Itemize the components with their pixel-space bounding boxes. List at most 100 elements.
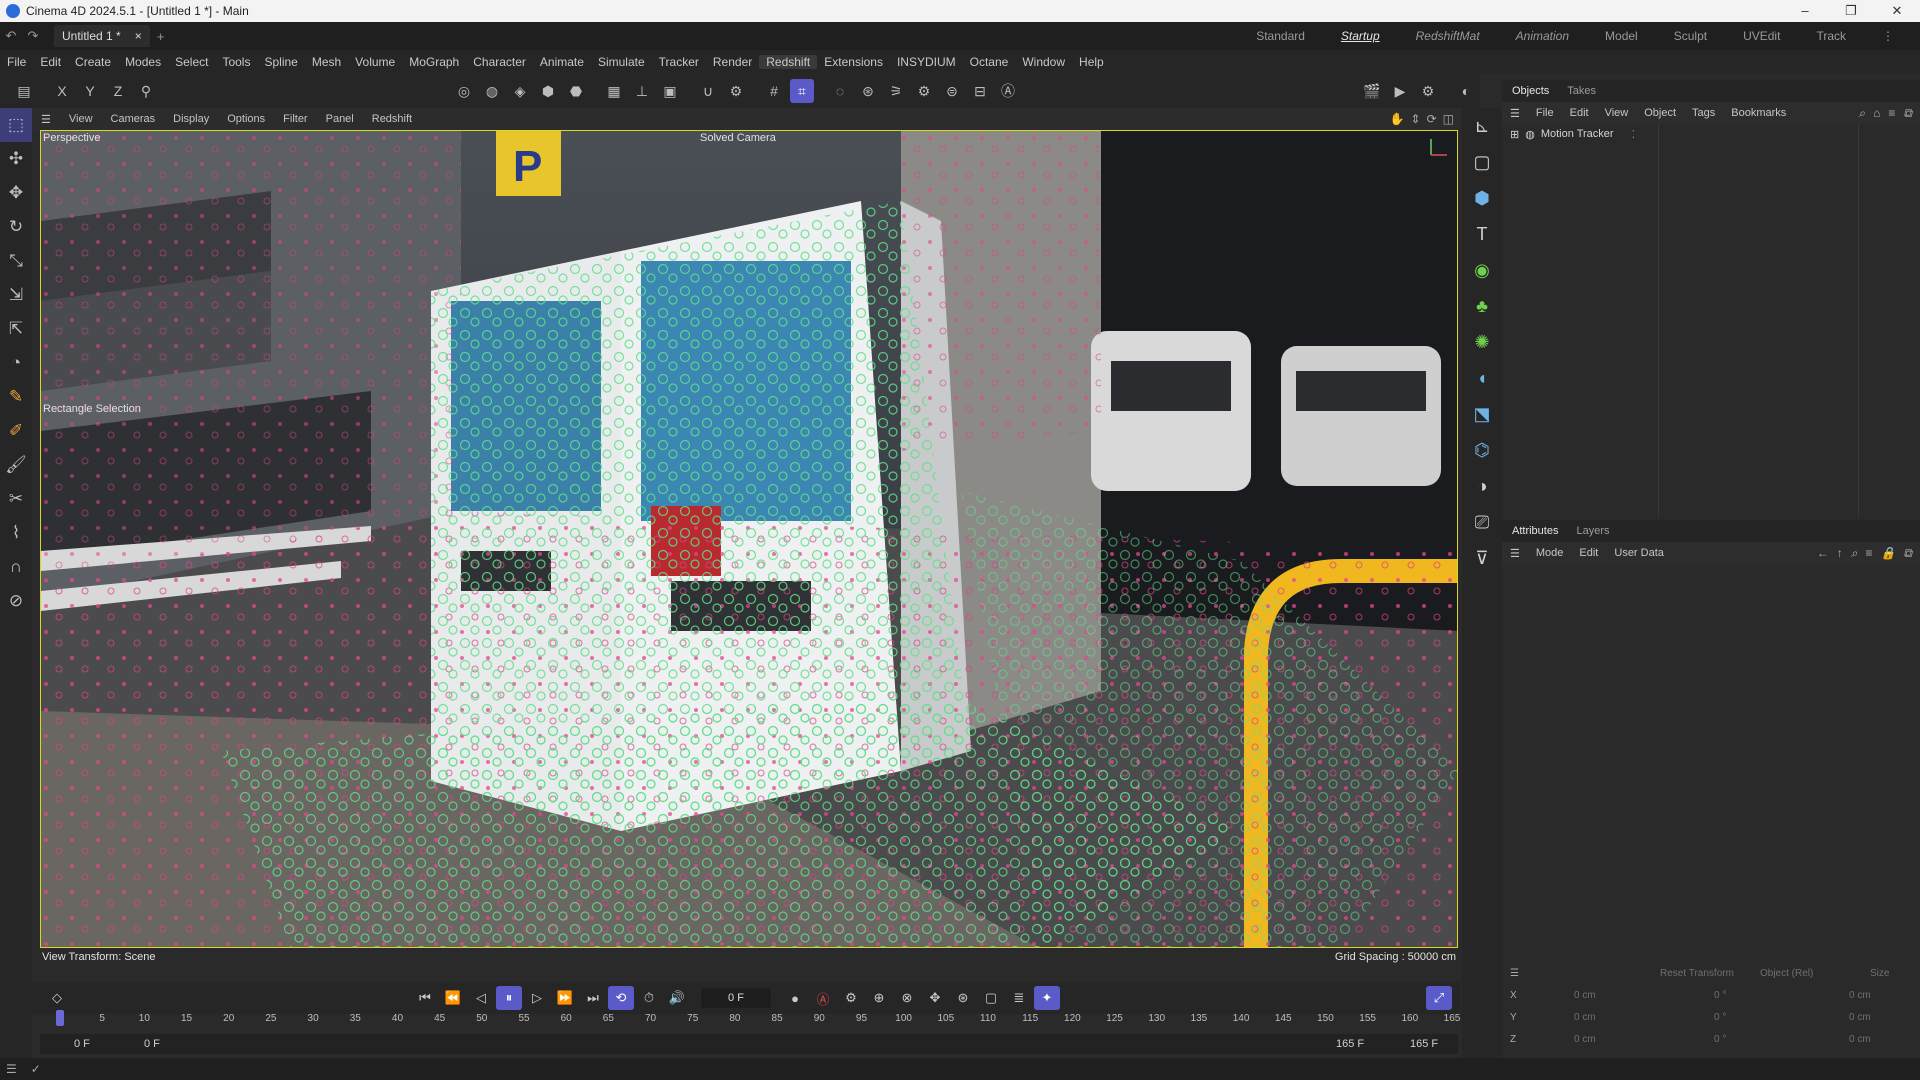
texture-mode-icon[interactable]: ▣ <box>658 79 682 103</box>
attributes-menu-edit[interactable]: Edit <box>1571 547 1606 559</box>
record-pla-icon[interactable]: ▢ <box>978 986 1004 1010</box>
document-tab[interactable]: Untitled 1 * × <box>54 25 150 47</box>
loop-icon[interactable]: ⟲ <box>608 986 634 1010</box>
viewport-menu-redshift[interactable]: Redshift <box>363 113 421 125</box>
symmetry-icon[interactable]: ⚞ <box>884 79 908 103</box>
new-tab-button[interactable]: + <box>150 29 172 44</box>
menu-animate[interactable]: Animate <box>533 55 591 69</box>
menu-simulate[interactable]: Simulate <box>591 55 652 69</box>
objects-menu-edit[interactable]: Edit <box>1562 107 1597 119</box>
cloner-object-icon[interactable]: ◉ <box>1462 252 1502 288</box>
objects-search-icon[interactable]: ⌕ <box>1858 106 1865 121</box>
menu-spline[interactable]: Spline <box>257 55 304 69</box>
expand-icon[interactable]: ⊞ <box>1510 128 1519 141</box>
z-position-field[interactable]: 0 cm <box>1574 1034 1714 1045</box>
menu-select[interactable]: Select <box>168 55 215 69</box>
z-size-field[interactable]: 0 cm <box>1849 1034 1871 1045</box>
snap-icon[interactable]: ∪ <box>696 79 720 103</box>
solo-icon[interactable]: ◌ <box>828 79 852 103</box>
redshift-ipr-icon[interactable]: ◐ <box>1454 79 1478 103</box>
undo-icon[interactable]: ↶ <box>0 28 22 44</box>
spline-sketch-icon[interactable]: ✐ <box>0 414 32 448</box>
previous-frame-icon[interactable]: ◁ <box>468 986 494 1010</box>
keyframe-settings-icon[interactable]: ⚙ <box>838 986 864 1010</box>
record-position-icon[interactable]: ⊕ <box>866 986 892 1010</box>
polygons-mode-icon[interactable]: ⬢ <box>536 79 560 103</box>
layout-sculpt[interactable]: Sculpt <box>1656 29 1725 43</box>
knife-tool-icon[interactable]: ✂ <box>0 482 32 516</box>
points-mode-icon[interactable]: ◍ <box>480 79 504 103</box>
menu-redshift[interactable]: Redshift <box>759 55 818 69</box>
menu-volume[interactable]: Volume <box>348 55 402 69</box>
y-rotation-field[interactable]: 0 ° <box>1714 1012 1849 1023</box>
menu-extensions[interactable]: Extensions <box>817 55 890 69</box>
layout-startup[interactable]: Startup <box>1323 29 1398 43</box>
tab-takes[interactable]: Takes <box>1567 85 1596 97</box>
viewport-menu-options[interactable]: Options <box>218 113 274 125</box>
objects-menu-tags[interactable]: Tags <box>1684 107 1723 119</box>
objects-hamburger-icon[interactable]: ☰ <box>1502 107 1528 120</box>
floor-object-icon[interactable]: ⊽ <box>1462 540 1502 576</box>
attributes-hamburger-icon[interactable]: ☰ <box>1502 547 1528 560</box>
close-tab-button[interactable]: × <box>135 29 142 43</box>
preview-start-field[interactable]: 0 F <box>144 1038 160 1050</box>
objects-menu-object[interactable]: Object <box>1636 107 1684 119</box>
current-frame-field[interactable]: 0 F <box>701 988 771 1008</box>
redo-icon[interactable]: ↷ <box>22 28 44 44</box>
toggle-view-layout-icon[interactable]: ◫ <box>1443 112 1454 126</box>
menu-insydium[interactable]: INSYDIUM <box>890 55 963 69</box>
spline-pen-icon[interactable]: ✎ <box>0 380 32 414</box>
generator-object-icon[interactable]: ✺ <box>1462 324 1502 360</box>
sculpt-tool-icon[interactable]: ⌇ <box>0 516 32 550</box>
sound-icon[interactable]: 🔊 <box>664 986 690 1010</box>
tab-layers[interactable]: Layers <box>1576 525 1609 537</box>
lock-icon[interactable]: 🔒 <box>1880 546 1895 561</box>
annotation-icon[interactable]: Ⓐ <box>996 79 1020 103</box>
lock-workplane-icon[interactable]: ⊜ <box>940 79 964 103</box>
objects-home-icon[interactable]: ⌂ <box>1873 106 1880 121</box>
objects-menu-view[interactable]: View <box>1597 107 1637 119</box>
menu-file[interactable]: File <box>0 55 33 69</box>
fcurve-icon[interactable]: ⤢ <box>1426 986 1452 1010</box>
axis-mode-icon[interactable]: ⊥ <box>630 79 654 103</box>
pan-view-icon[interactable]: ✋ <box>1390 112 1405 126</box>
transform-tool-icon[interactable]: ⇲ <box>0 278 32 312</box>
y-size-field[interactable]: 0 cm <box>1849 1012 1871 1023</box>
playhead[interactable] <box>56 1010 64 1026</box>
menu-tracker[interactable]: Tracker <box>652 55 706 69</box>
model-mode-icon[interactable]: ◎ <box>452 79 476 103</box>
reset-transform-button[interactable]: Reset Transform <box>1660 968 1760 979</box>
quantize-icon[interactable]: ⌗ <box>790 79 814 103</box>
brush-tool-icon[interactable]: 🖌 <box>0 448 32 482</box>
menu-create[interactable]: Create <box>68 55 118 69</box>
active-camera-label[interactable]: Solved Camera <box>700 132 776 144</box>
go-to-end-icon[interactable]: ⏭ <box>580 986 606 1010</box>
play-pause-icon[interactable]: ⏸ <box>496 986 522 1010</box>
uv-mode-icon[interactable]: ⬣ <box>564 79 588 103</box>
y-position-field[interactable]: 0 cm <box>1574 1012 1714 1023</box>
range-end-field[interactable]: 165 F <box>1410 1038 1438 1050</box>
attributes-new-window-icon[interactable]: ⧉ <box>1903 546 1912 561</box>
viewport-menu-panel[interactable]: Panel <box>317 113 363 125</box>
autokey-icon[interactable]: Ⓐ <box>810 986 836 1010</box>
tab-objects[interactable]: Objects <box>1512 85 1549 97</box>
record-rotation-icon[interactable]: ⊗ <box>894 986 920 1010</box>
range-start-field[interactable]: 0 F <box>74 1038 90 1050</box>
magnet-tool-icon[interactable]: ∩ <box>0 550 32 584</box>
coords-menu-icon[interactable]: ☰ <box>1510 968 1660 979</box>
previous-key-icon[interactable]: ⏪ <box>440 986 466 1010</box>
menu-octane[interactable]: Octane <box>963 55 1016 69</box>
maximize-button[interactable]: ❐ <box>1828 3 1874 19</box>
z-rotation-field[interactable]: 0 ° <box>1714 1034 1849 1045</box>
viewport-menu-cameras[interactable]: Cameras <box>102 113 165 125</box>
text-object-icon[interactable]: T <box>1462 216 1502 252</box>
axis-gizmo-icon[interactable]: ⊾ <box>1462 108 1502 144</box>
coordinate-system-icon[interactable]: ⚲ <box>134 79 158 103</box>
viewport-menu-display[interactable]: Display <box>164 113 218 125</box>
tweak-tool-icon[interactable]: ⇱ <box>0 312 32 346</box>
menu-window[interactable]: Window <box>1015 55 1072 69</box>
tab-attributes[interactable]: Attributes <box>1512 525 1558 537</box>
attributes-menu-mode[interactable]: Mode <box>1528 547 1572 559</box>
timeline-ruler[interactable]: 0510152025303540455055606570758085909510… <box>48 1010 1460 1032</box>
next-key-icon[interactable]: ⏩ <box>552 986 578 1010</box>
